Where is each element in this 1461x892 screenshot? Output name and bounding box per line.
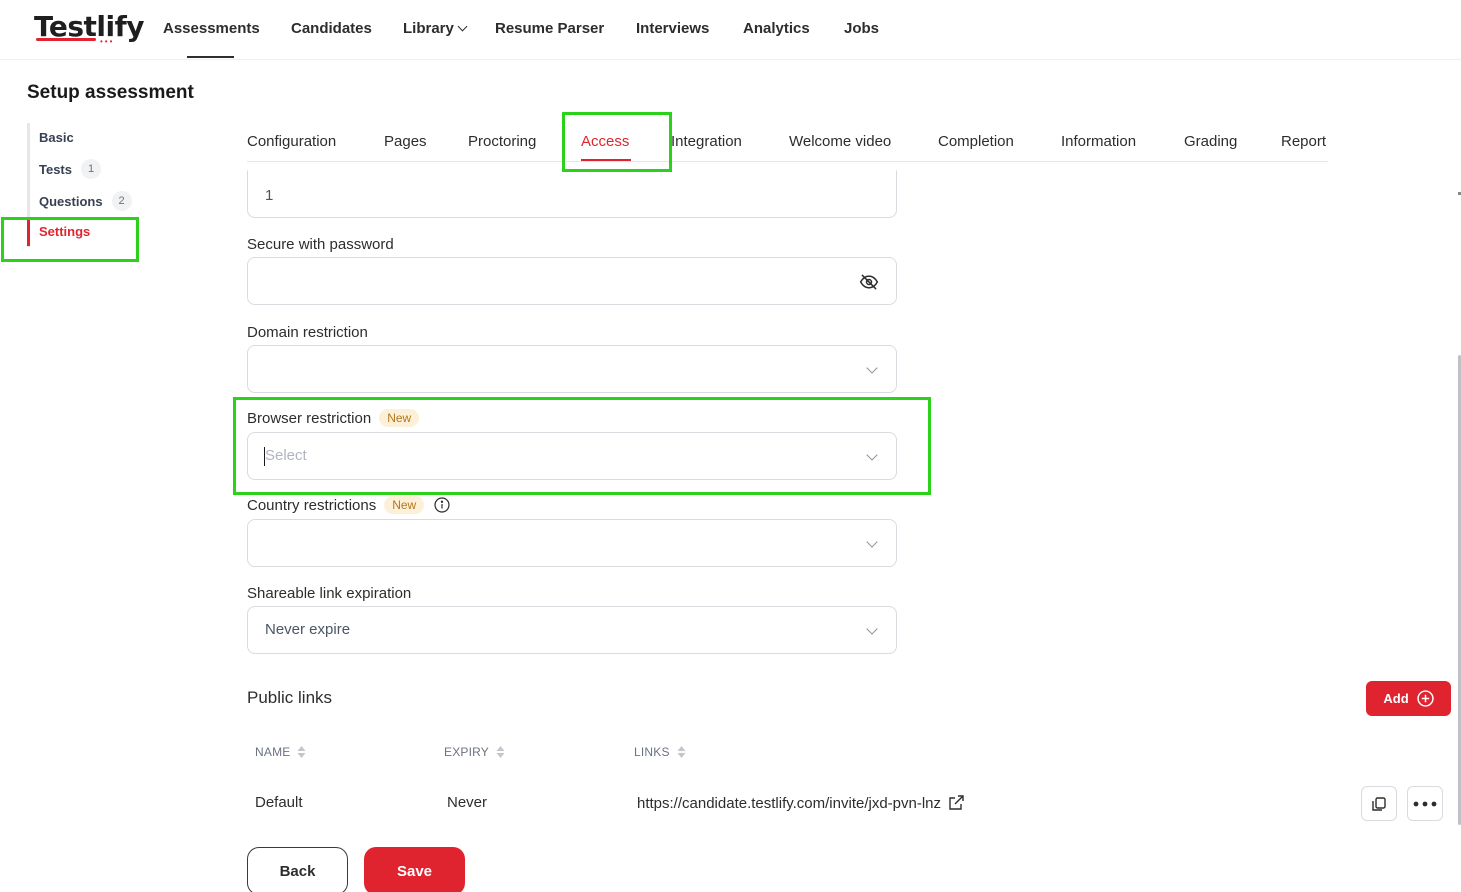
top-navigation: Testlify ••• Assessments Candidates Libr… [0, 0, 1461, 60]
expiration-label: Shareable link expiration [247, 585, 411, 602]
attempts-value: 1 [265, 187, 274, 204]
nav-library-label: Library [403, 20, 454, 37]
chevron-down-icon [457, 21, 468, 32]
chevron-down-icon [866, 623, 878, 635]
nav-candidates[interactable]: Candidates [291, 20, 372, 37]
column-header-label: NAME [255, 745, 291, 759]
side-item-label: Questions [39, 193, 103, 209]
new-badge: New [384, 496, 425, 514]
copy-link-button[interactable] [1361, 786, 1397, 821]
new-badge: New [379, 409, 420, 427]
add-link-button[interactable]: Add [1366, 681, 1451, 716]
browser-label: Browser restriction New [247, 409, 420, 427]
eye-off-icon[interactable] [859, 272, 879, 292]
nav-analytics[interactable]: Analytics [743, 20, 810, 37]
nav-assessments[interactable]: Assessments [163, 20, 260, 37]
plus-circle-icon [1416, 690, 1434, 707]
side-menu-active-indicator [27, 218, 30, 246]
tab-configuration[interactable]: Configuration [247, 133, 336, 150]
expiration-label-text: Shareable link expiration [247, 585, 412, 602]
column-header-label: EXPIRY [444, 745, 489, 759]
tab-completion[interactable]: Completion [938, 133, 1014, 150]
attempts-input[interactable]: 1 [247, 170, 897, 218]
country-label: Country restrictions New [247, 496, 450, 514]
tab-access[interactable]: Access [581, 133, 629, 150]
domain-select[interactable] [247, 345, 897, 393]
side-item-basic[interactable]: Basic [39, 130, 74, 145]
tab-integration[interactable]: Integration [671, 133, 742, 150]
nav-library[interactable]: Library [403, 20, 468, 37]
domain-label-text: Domain restriction [247, 324, 368, 341]
link-url-cell[interactable]: https://candidate.testlify.com/invite/jx… [637, 794, 965, 812]
tab-proctoring[interactable]: Proctoring [468, 133, 536, 150]
logo-dots: ••• [100, 37, 115, 46]
column-header-label: LINKS [634, 745, 670, 759]
column-header-name[interactable]: NAME [255, 745, 306, 759]
link-url[interactable]: https://candidate.testlify.com/invite/jx… [637, 795, 941, 812]
link-name-cell: Default [255, 794, 303, 811]
external-link-icon[interactable] [947, 794, 965, 812]
browser-placeholder: Select [265, 447, 307, 464]
nav-resume-parser[interactable]: Resume Parser [495, 20, 604, 37]
count-badge: 2 [111, 191, 132, 211]
link-expiry-cell: Never [447, 794, 488, 811]
side-item-questions[interactable]: Questions 2 [39, 191, 132, 211]
password-label: Secure with password [247, 236, 394, 253]
side-item-settings[interactable]: Settings [39, 224, 90, 239]
sort-icon [496, 746, 505, 758]
chevron-down-icon [866, 362, 878, 374]
chevron-down-icon [866, 449, 878, 461]
more-options-button[interactable] [1407, 786, 1443, 821]
expiration-select[interactable]: Never expire [247, 606, 897, 654]
domain-label: Domain restriction [247, 324, 368, 341]
tab-active-indicator [581, 159, 631, 161]
side-item-label: Settings [39, 224, 91, 239]
browser-select[interactable]: Select [247, 432, 897, 480]
side-item-tests[interactable]: Tests 1 [39, 159, 101, 179]
side-item-label: Basic [39, 130, 74, 145]
public-links-title: Public links [247, 688, 333, 707]
country-label-text: Country restrictions [247, 496, 377, 514]
country-select[interactable] [247, 519, 897, 567]
add-button-label: Add [1383, 691, 1409, 706]
back-button[interactable]: Back [247, 847, 348, 892]
tab-welcome-video[interactable]: Welcome video [789, 133, 891, 150]
expiration-value: Never expire [265, 621, 351, 638]
tab-report[interactable]: Report [1281, 133, 1326, 150]
nav-active-indicator [187, 56, 234, 58]
tab-grading[interactable]: Grading [1184, 133, 1237, 150]
tab-information[interactable]: Information [1061, 133, 1136, 150]
tabs-divider [247, 161, 1328, 162]
page-title: Setup assessment [27, 82, 194, 103]
sort-icon [677, 746, 686, 758]
more-icon [1413, 801, 1437, 806]
column-header-links[interactable]: LINKS [634, 745, 686, 759]
info-icon[interactable] [434, 497, 450, 513]
logo-underline [36, 38, 96, 41]
password-label-text: Secure with password [247, 236, 394, 253]
browser-label-text: Browser restriction [247, 409, 372, 427]
save-button[interactable]: Save [364, 847, 465, 892]
password-input[interactable] [247, 257, 897, 305]
count-badge: 1 [81, 159, 101, 179]
nav-interviews[interactable]: Interviews [636, 20, 709, 37]
tab-pages[interactable]: Pages [384, 133, 427, 150]
nav-jobs[interactable]: Jobs [844, 20, 879, 37]
side-item-label: Tests [39, 161, 72, 177]
sort-icon [297, 746, 306, 758]
column-header-expiry[interactable]: EXPIRY [444, 745, 505, 759]
chevron-down-icon [866, 536, 878, 548]
copy-icon [1372, 796, 1386, 811]
